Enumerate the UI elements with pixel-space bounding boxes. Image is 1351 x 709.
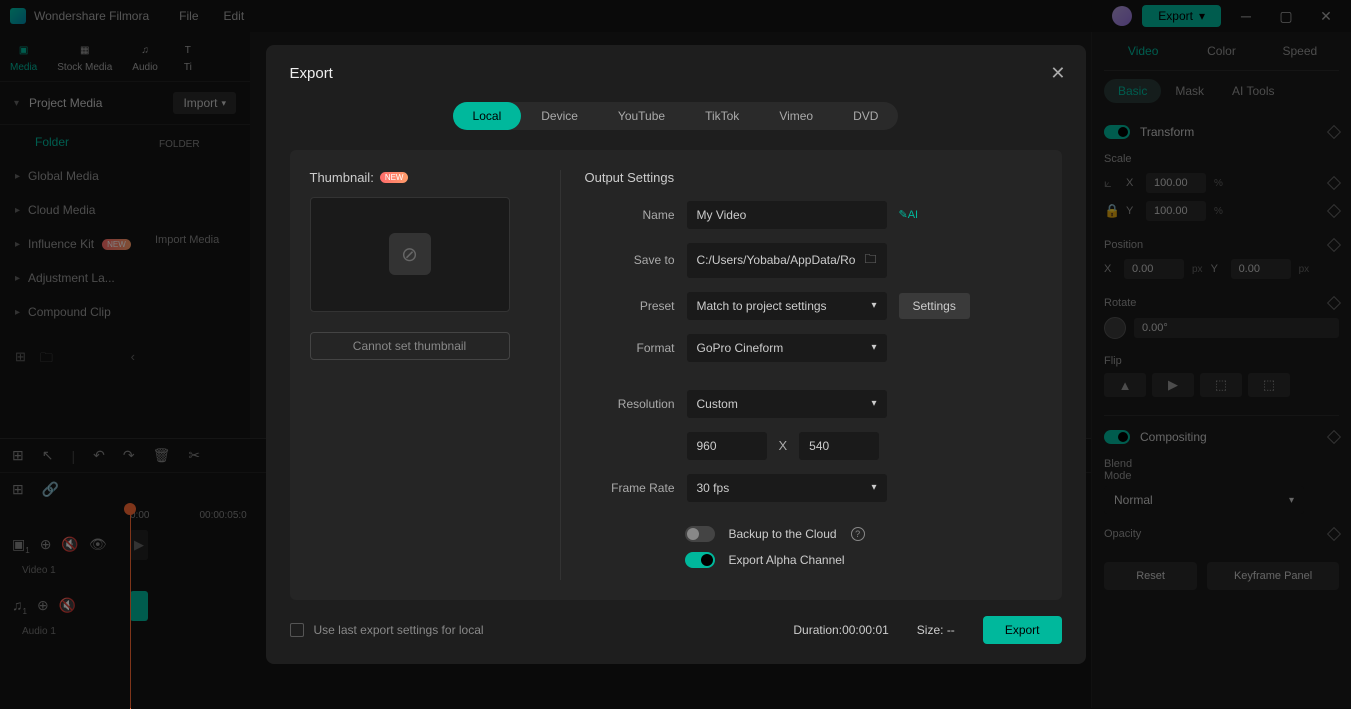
chevron-down-icon: ▾ (871, 342, 876, 353)
framerate-value: 30 fps (697, 481, 730, 495)
resolution-label: Resolution (585, 397, 675, 411)
framerate-label: Frame Rate (585, 481, 675, 495)
saveto-value: C:/Users/Yobaba/AppData/Ro (697, 253, 856, 267)
x-separator: X (779, 438, 788, 453)
info-icon[interactable]: ? (851, 527, 865, 541)
chevron-down-icon: ▾ (871, 300, 876, 311)
preset-label: Preset (585, 299, 675, 313)
backup-label: Backup to the Cloud (729, 527, 837, 541)
preset-value: Match to project settings (697, 299, 827, 313)
preset-select[interactable]: Match to project settings ▾ (687, 292, 887, 320)
cannot-set-thumbnail-button: Cannot set thumbnail (310, 332, 510, 360)
dialog-title: Export (290, 65, 1062, 82)
alpha-channel-toggle[interactable] (685, 552, 715, 568)
thumbnail-preview[interactable]: ⊘ (310, 197, 510, 312)
resolution-value: Custom (697, 397, 738, 411)
tab-local[interactable]: Local (453, 102, 522, 130)
chevron-down-icon: ▾ (871, 482, 876, 493)
modal-overlay: Export ✕ Local Device YouTube TikTok Vim… (0, 0, 1351, 708)
format-label: Format (585, 341, 675, 355)
format-select[interactable]: GoPro Cineform ▾ (687, 334, 887, 362)
export-dialog: Export ✕ Local Device YouTube TikTok Vim… (266, 45, 1086, 664)
ai-edit-icon[interactable]: ✎AI (899, 208, 919, 221)
duration-info: Duration:00:00:01 (793, 623, 888, 637)
thumbnail-section: Thumbnail: NEW ⊘ Cannot set thumbnail (310, 170, 530, 580)
close-button[interactable]: ✕ (1050, 63, 1065, 84)
thumbnail-label: Thumbnail: (310, 170, 374, 185)
resolution-height-input[interactable] (799, 432, 879, 460)
no-thumbnail-icon: ⊘ (389, 233, 431, 275)
alpha-label: Export Alpha Channel (729, 553, 845, 567)
output-settings-label: Output Settings (585, 170, 1042, 185)
chevron-down-icon: ▾ (871, 398, 876, 409)
size-info: Size: -- (917, 623, 955, 637)
export-tabset: Local Device YouTube TikTok Vimeo DVD (453, 102, 899, 130)
settings-button[interactable]: Settings (899, 293, 970, 319)
tab-youtube[interactable]: YouTube (598, 102, 685, 130)
tab-vimeo[interactable]: Vimeo (759, 102, 833, 130)
name-label: Name (585, 208, 675, 222)
use-last-checkbox[interactable] (290, 623, 304, 637)
resolution-width-input[interactable] (687, 432, 767, 460)
browse-folder-icon[interactable]: 🗀 (864, 250, 876, 271)
use-last-label: Use last export settings for local (314, 623, 484, 637)
format-value: GoPro Cineform (697, 341, 784, 355)
saveto-label: Save to (585, 253, 675, 267)
backup-cloud-toggle[interactable] (685, 526, 715, 542)
tab-device[interactable]: Device (521, 102, 598, 130)
resolution-select[interactable]: Custom ▾ (687, 390, 887, 418)
name-input[interactable] (687, 201, 887, 229)
tab-dvd[interactable]: DVD (833, 102, 898, 130)
new-badge: NEW (380, 172, 409, 183)
framerate-select[interactable]: 30 fps ▾ (687, 474, 887, 502)
tab-tiktok[interactable]: TikTok (685, 102, 759, 130)
export-action-button[interactable]: Export (983, 616, 1062, 644)
output-settings-section: Output Settings Name ✎AI Save to C:/User… (560, 170, 1042, 580)
